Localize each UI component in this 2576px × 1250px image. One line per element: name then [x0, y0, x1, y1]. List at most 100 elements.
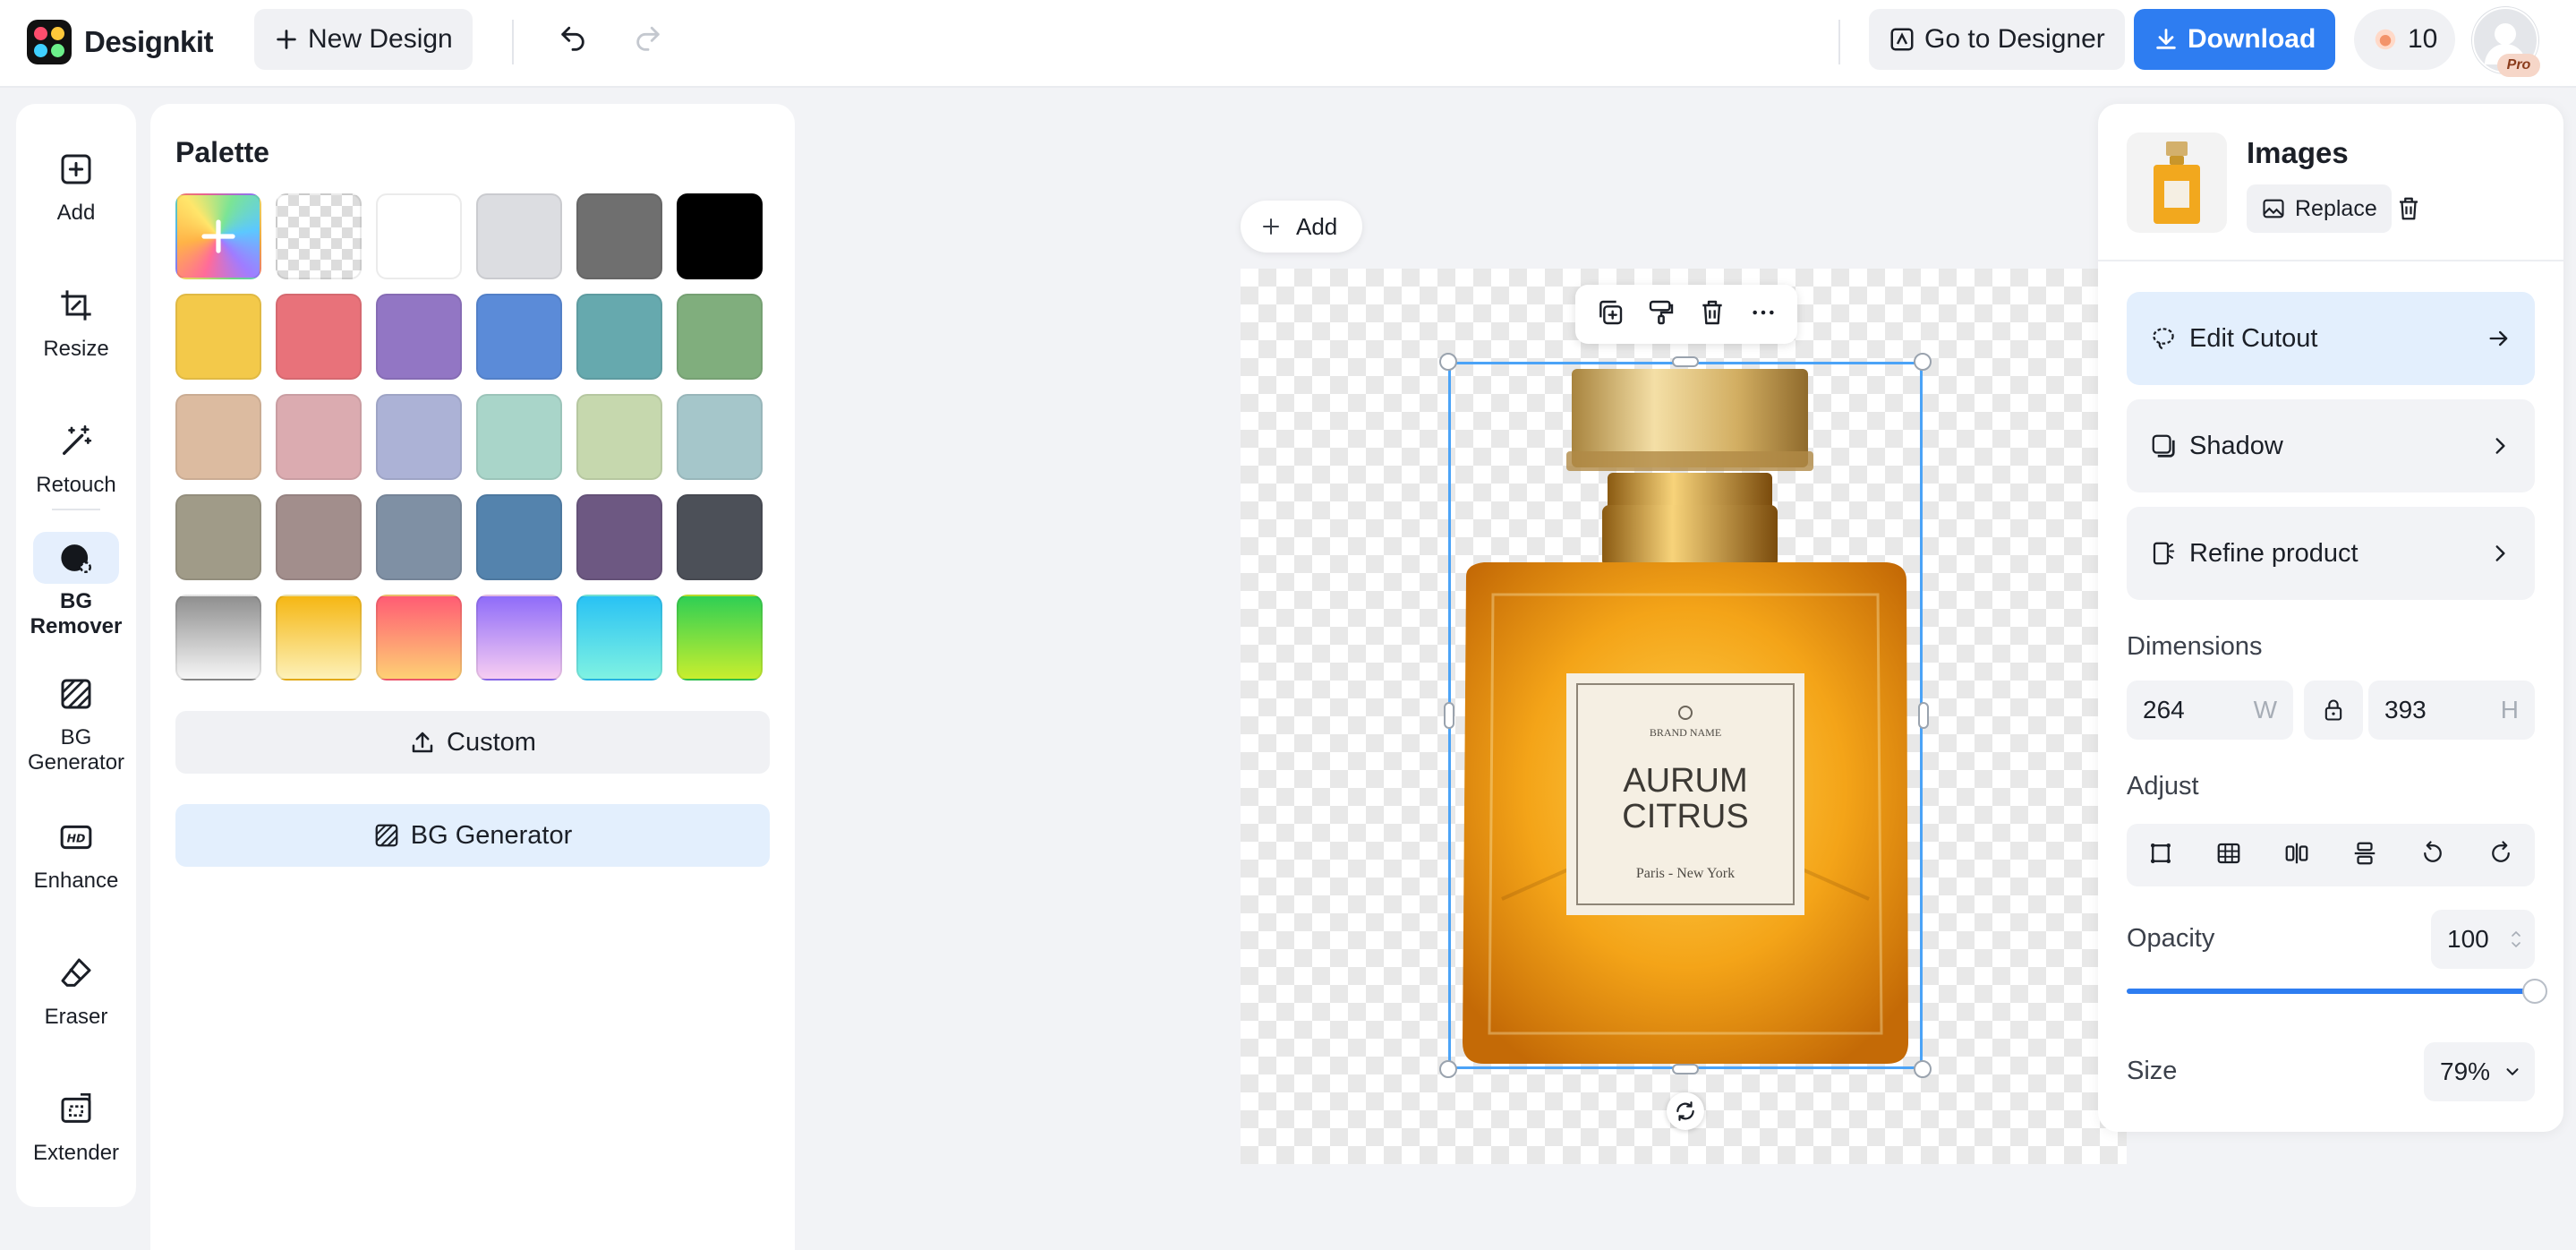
rotate-handle[interactable]: [1667, 1092, 1704, 1130]
paint-roller-icon: [1649, 300, 1673, 324]
go-to-designer-button[interactable]: Go to Designer: [1869, 9, 2125, 70]
delete-image-button[interactable]: [2392, 192, 2426, 226]
color-swatch[interactable]: [175, 394, 261, 480]
rail-item-enhance[interactable]: HD Enhance: [16, 811, 136, 894]
color-swatch[interactable]: [376, 394, 462, 480]
color-swatch[interactable]: [476, 595, 562, 681]
rotate-right-button[interactable]: [2487, 840, 2514, 871]
resize-handle-left[interactable]: [1444, 702, 1454, 729]
rail-item-add[interactable]: Add: [16, 143, 136, 226]
color-swatch[interactable]: [175, 294, 261, 380]
color-swatch[interactable]: [677, 193, 763, 279]
color-swatch[interactable]: [476, 193, 562, 279]
rail-label: Add: [56, 201, 96, 225]
copy-style-button[interactable]: [1647, 298, 1676, 331]
rail-item-bg-generator[interactable]: BG Generator: [16, 668, 136, 775]
resize-handle-bottom-left[interactable]: [1439, 1060, 1457, 1078]
color-swatch[interactable]: [476, 394, 562, 480]
duplicate-button[interactable]: [1596, 298, 1625, 331]
color-swatch[interactable]: [576, 595, 662, 681]
bg-generator-button[interactable]: BG Generator: [175, 804, 770, 867]
new-design-button[interactable]: New Design: [254, 9, 473, 70]
resize-handle-top-left[interactable]: [1439, 353, 1457, 371]
color-swatch[interactable]: [376, 193, 462, 279]
rail-label: Enhance: [33, 869, 119, 893]
color-swatch[interactable]: [376, 595, 462, 681]
color-swatch[interactable]: [677, 394, 763, 480]
color-swatch[interactable]: [576, 394, 662, 480]
edit-cutout-label: Edit Cutout: [2189, 323, 2318, 353]
resize-handle-top-right[interactable]: [1914, 353, 1932, 371]
refine-product-button[interactable]: Refine product: [2127, 507, 2535, 600]
app-logo[interactable]: Designkit: [27, 20, 214, 64]
rail-item-retouch[interactable]: Retouch: [16, 415, 136, 498]
size-select[interactable]: 79%: [2424, 1042, 2535, 1101]
rail-item-extender[interactable]: Extender: [16, 1083, 136, 1166]
width-input[interactable]: 264 W: [2127, 681, 2293, 740]
color-swatch[interactable]: [576, 294, 662, 380]
download-icon: [2156, 29, 2176, 49]
color-swatch[interactable]: [677, 595, 763, 681]
edit-cutout-button[interactable]: Edit Cutout: [2127, 292, 2535, 385]
color-swatch[interactable]: [276, 394, 362, 480]
more-options-button[interactable]: [1749, 298, 1778, 331]
rail-item-resize[interactable]: Resize: [16, 279, 136, 362]
rail-item-eraser[interactable]: Eraser: [16, 947, 136, 1030]
custom-color-button[interactable]: Custom: [175, 711, 770, 774]
color-swatch[interactable]: [476, 494, 562, 580]
resize-handle-top[interactable]: [1672, 356, 1699, 367]
resize-handle-right[interactable]: [1918, 702, 1929, 729]
color-swatch[interactable]: [576, 193, 662, 279]
rotate-left-button[interactable]: [2419, 840, 2446, 871]
bg-generator-icon: [375, 824, 398, 847]
undo-button[interactable]: [546, 13, 600, 66]
download-button[interactable]: Download: [2134, 9, 2336, 70]
credits-count: 10: [2408, 24, 2438, 54]
color-swatch[interactable]: [677, 294, 763, 380]
plus-icon: [277, 30, 296, 49]
opacity-slider[interactable]: [2127, 979, 2547, 1004]
color-swatch[interactable]: [276, 494, 362, 580]
color-swatch[interactable]: [476, 294, 562, 380]
resize-handle-bottom[interactable]: [1672, 1064, 1699, 1074]
add-color-swatch[interactable]: [175, 193, 261, 279]
height-input[interactable]: 393 H: [2368, 681, 2535, 740]
rail-item-bg-remover[interactable]: BG Remover: [16, 532, 136, 639]
color-swatch[interactable]: [677, 494, 763, 580]
pro-badge: Pro: [2497, 54, 2540, 77]
height-unit: H: [2500, 696, 2519, 723]
properties-panel: Images Replace Edit Cutout Shadow Refine…: [2098, 104, 2563, 1132]
color-swatch[interactable]: [376, 294, 462, 380]
aspect-lock-button[interactable]: [2304, 681, 2363, 740]
grid-button[interactable]: [2215, 840, 2242, 871]
palette-title: Palette: [175, 136, 269, 168]
transparent-swatch[interactable]: [276, 193, 362, 279]
palette-panel: Palette Custom BG Generator: [150, 104, 795, 1250]
avatar[interactable]: Pro: [2472, 7, 2540, 77]
color-swatch[interactable]: [576, 494, 662, 580]
color-swatch[interactable]: [276, 595, 362, 681]
divider: [2098, 260, 2563, 261]
delete-element-button[interactable]: [1698, 298, 1727, 331]
color-swatch[interactable]: [376, 494, 462, 580]
shadow-button[interactable]: Shadow: [2127, 399, 2535, 492]
color-swatch[interactable]: [175, 494, 261, 580]
rail-label: Eraser: [44, 1005, 108, 1029]
resize-handle-bottom-right[interactable]: [1914, 1060, 1932, 1078]
canvas-add-button[interactable]: Add: [1241, 201, 1363, 253]
opacity-slider-knob[interactable]: [2522, 979, 2547, 1004]
new-design-label: New Design: [308, 24, 453, 54]
color-swatch[interactable]: [175, 595, 261, 681]
color-swatch[interactable]: [276, 294, 362, 380]
crop-button[interactable]: [2147, 840, 2174, 871]
replace-button[interactable]: Replace: [2247, 184, 2392, 233]
credits-badge[interactable]: 10: [2354, 9, 2456, 70]
opacity-input[interactable]: 100: [2431, 910, 2535, 969]
opacity-label: Opacity: [2127, 924, 2215, 953]
designer-icon: [1890, 28, 1914, 51]
redo-button[interactable]: [621, 13, 675, 66]
rail-label: BG Remover: [30, 589, 123, 638]
plus-icon: [201, 219, 235, 253]
flip-vertical-button[interactable]: [2351, 840, 2378, 871]
flip-horizontal-button[interactable]: [2283, 840, 2310, 871]
